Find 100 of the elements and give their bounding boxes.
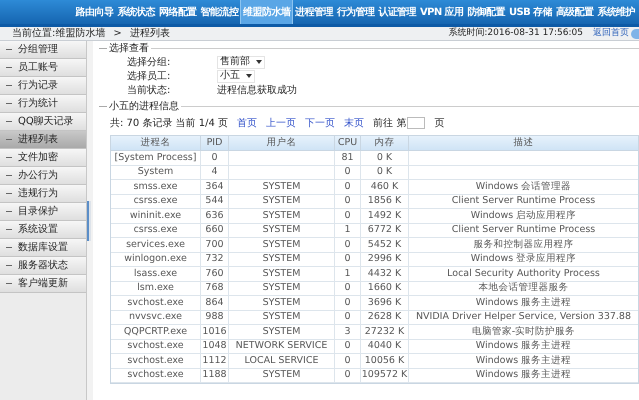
table-cell: 3 (335, 325, 361, 338)
table-cell: 0 K (361, 151, 409, 164)
table-cell: LOCAL SERVICE (229, 354, 335, 368)
sidebar-item[interactable]: 文件加密 (0, 149, 86, 167)
pagination-link[interactable]: 末页 (344, 116, 364, 130)
nav-tab[interactable]: 进程管理 (293, 0, 335, 24)
nav-tab[interactable]: 智能流控 (198, 0, 240, 24)
table-cell: SYSTEM (229, 194, 335, 208)
table-cell: SYSTEM (229, 180, 335, 194)
status-text: 进程信息获取成功 (217, 84, 297, 98)
sidebar-item[interactable]: 客户端更新 (0, 275, 86, 293)
table-cell: 0 (335, 368, 361, 382)
table-cell-text: 本地会话管理器服务 (478, 282, 570, 295)
sidebar-item[interactable]: QQ聊天记录 (0, 113, 86, 131)
nav-tab[interactable]: 行为管理 (334, 0, 376, 24)
table-cell: 1492 K (361, 209, 409, 222)
sidebar-item[interactable]: 服务器状态 (0, 257, 86, 275)
nav-tab[interactable]: 系统状态 (115, 0, 157, 24)
sidebar-item[interactable]: 系统设置 (0, 221, 86, 239)
dash-icon (6, 283, 12, 284)
table-cell: 0 (335, 209, 361, 222)
caret-icon (256, 60, 262, 64)
table-cell: 700 (201, 238, 229, 252)
table-cell-text: Client Server Runtime Process (450, 224, 596, 237)
nav-tab[interactable]: 网络配置 (156, 0, 199, 24)
pagination-link[interactable]: 上一页 (266, 116, 296, 130)
field-label: 选择员工: (126, 70, 172, 84)
table-cell: 1112 (201, 354, 229, 368)
table-cell: 5452 K (361, 238, 409, 252)
table-cell-text: 服务和控制器应用程序 (472, 238, 574, 252)
table-cell-text: Windows 服务主进程 (474, 354, 572, 368)
pagination-link[interactable]: 首页 (237, 116, 258, 130)
sidebar-item[interactable]: 行为记录 (0, 77, 86, 95)
sidebar-item[interactable]: 违规行为 (0, 185, 86, 203)
dash-icon (6, 49, 12, 50)
table-cell: 2628 K (361, 310, 409, 324)
column-header: CPU (335, 136, 361, 150)
table-cell-text: Windows 登录应用程序 (470, 252, 578, 266)
table-cell: 1 (335, 267, 361, 280)
table-cell: 544 (201, 194, 229, 208)
table-cell: 81 (335, 151, 361, 164)
nav-tab[interactable]: 路由向导 (74, 0, 116, 24)
table-cell: 4432 K (361, 267, 409, 280)
page-input[interactable] (407, 117, 426, 129)
system-time: 系统时间:2016-08-31 17:56:05 (448, 26, 583, 40)
column-header: 进程名 (111, 136, 201, 150)
dropdown[interactable]: 小五 (217, 70, 255, 82)
table-cell: 732 (201, 252, 229, 266)
dropdown[interactable]: 售前部 (217, 56, 265, 68)
table-cell-text: NVIDIA Driver Helper Service, Version 337.88 (414, 310, 632, 324)
table-cell: SYSTEM (229, 368, 335, 382)
collapse-handle[interactable] (87, 200, 91, 240)
table-cell: 2996 K (361, 252, 409, 266)
table-cell: 1856 K (361, 194, 409, 208)
goto-label: 前往 第 (373, 116, 406, 130)
table-cell: 6772 K (361, 224, 409, 237)
sidebar-item[interactable]: 员工账号 (0, 59, 86, 77)
nav-tab[interactable]: 认证管理 (376, 0, 418, 24)
sidebar-item[interactable]: 分组管理 (0, 41, 86, 59)
column-header: PID (201, 136, 229, 150)
sidebar-item[interactable]: 目录保护 (0, 203, 86, 221)
table-cell-text: Windows 启动应用程序 (470, 209, 578, 222)
table-cell: 0 (335, 180, 361, 194)
table-cell: 760 (201, 267, 229, 280)
table-cell: SYSTEM (229, 252, 335, 266)
dash-icon (6, 85, 12, 86)
sidebar-item[interactable]: 办公行为 (0, 167, 86, 185)
table-cell: 0 (335, 238, 361, 252)
table-cell: wininit.exe (111, 209, 201, 222)
home-link[interactable]: 返回首页 (593, 26, 629, 40)
dash-icon (6, 211, 12, 212)
table-cell: 0 (335, 194, 361, 208)
table-cell: nvvsvc.exe (111, 310, 201, 324)
table-cell: 109572 K (361, 368, 409, 382)
dash-icon (6, 139, 12, 140)
pagination-link[interactable]: 下一页 (305, 116, 336, 130)
table-cell: 864 (201, 296, 229, 310)
breadcrumb-location: 当前位置:维盟防水墙 (12, 26, 106, 41)
table-cell: SYSTEM (229, 310, 335, 324)
dash-icon (6, 67, 12, 68)
nav-tab[interactable]: 系统维护 (595, 0, 637, 24)
sidebar-item[interactable]: 数据库设置 (0, 239, 86, 257)
nav-tab[interactable]: 高级配置 (554, 0, 596, 24)
sidebar-item[interactable]: 行为统计 (0, 95, 86, 113)
table-cell: 0 (201, 151, 229, 164)
nav-tab[interactable]: 防御配置 (465, 0, 507, 24)
dash-icon (6, 247, 12, 248)
table-cell: csrss.exe (111, 194, 201, 208)
nav-tab[interactable]: VPN 应用 (418, 0, 466, 24)
table-cell: QQPCRTP.exe (111, 325, 201, 338)
nav-tab[interactable]: USB 存储 (506, 0, 554, 24)
sidebar-item[interactable]: 进程列表 (0, 131, 86, 149)
table-cell: SYSTEM (229, 282, 335, 295)
table-cell-text: Client Server Runtime Process (450, 194, 596, 208)
table-cell: winlogon.exe (111, 252, 201, 266)
table-cell: 364 (201, 180, 229, 194)
table-cell: SYSTEM (229, 224, 335, 237)
column-header: 内存 (361, 136, 409, 150)
breadcrumb-separator: > (113, 27, 122, 41)
table-cell: SYSTEM (229, 267, 335, 280)
